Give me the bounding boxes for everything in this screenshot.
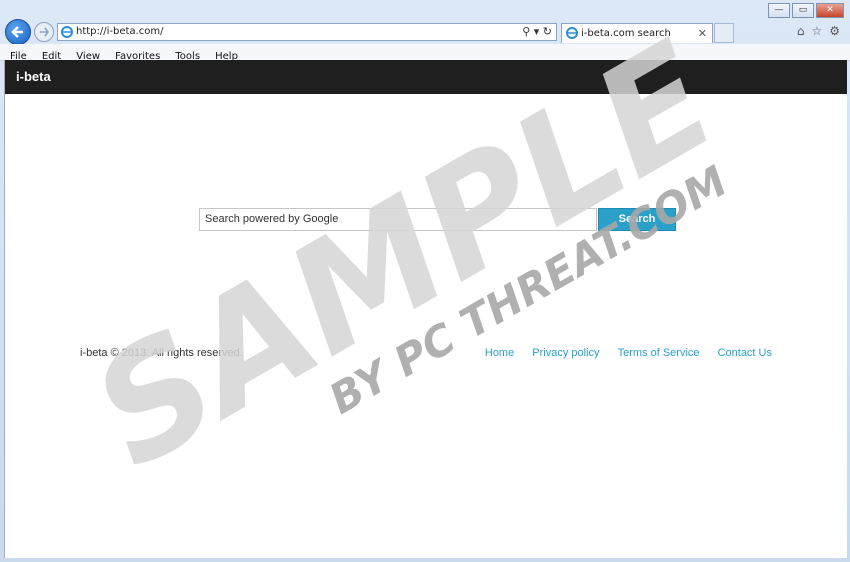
- menu-bar: File Edit View Favorites Tools Help: [0, 44, 850, 62]
- footer-link-privacy[interactable]: Privacy policy: [532, 347, 599, 359]
- browser-right-icons: ⌂ ☆ ⚙: [797, 24, 840, 38]
- forward-arrow-icon: [40, 27, 49, 37]
- window-controls: — ▭ ✕: [766, 3, 844, 18]
- web-page: i-beta Search powered by Google Search i…: [4, 60, 847, 558]
- copyright-text: i-beta © 2013. All rights reserved.: [80, 347, 243, 359]
- site-brand[interactable]: i-beta: [16, 69, 51, 84]
- ie-tab-icon: [566, 27, 578, 39]
- search-input[interactable]: Search powered by Google: [199, 208, 597, 231]
- browser-window: http://i-beta.com/ ⚲ ▾ ↻ i-beta.com sear…: [0, 0, 850, 562]
- search-button[interactable]: Search: [598, 208, 676, 231]
- gear-icon[interactable]: ⚙: [829, 24, 840, 38]
- address-bar[interactable]: http://i-beta.com/ ⚲ ▾ ↻: [57, 23, 557, 41]
- home-icon[interactable]: ⌂: [797, 24, 805, 38]
- ie-page-icon: [61, 26, 73, 38]
- footer-link-home[interactable]: Home: [485, 347, 514, 359]
- tab-title: i-beta.com search: [581, 28, 671, 39]
- close-tab-icon[interactable]: ✕: [698, 27, 707, 40]
- browser-tab[interactable]: i-beta.com search ✕: [561, 23, 713, 43]
- minimize-icon[interactable]: —: [768, 3, 790, 18]
- favorites-star-icon[interactable]: ☆: [811, 24, 822, 38]
- back-arrow-icon: [11, 26, 23, 38]
- close-window-icon[interactable]: ✕: [816, 3, 844, 18]
- new-tab-button[interactable]: [714, 23, 734, 43]
- browser-toolbar: http://i-beta.com/ ⚲ ▾ ↻ i-beta.com sear…: [0, 0, 850, 45]
- footer-link-contact[interactable]: Contact Us: [718, 347, 772, 359]
- footer-links: Home Privacy policy Terms of Service Con…: [470, 347, 772, 359]
- back-button[interactable]: [5, 19, 31, 45]
- search-refresh-icons[interactable]: ⚲ ▾ ↻: [522, 25, 552, 38]
- maximize-icon[interactable]: ▭: [792, 3, 814, 18]
- site-header: i-beta: [5, 60, 847, 94]
- address-url: http://i-beta.com/: [76, 26, 164, 37]
- footer-link-terms[interactable]: Terms of Service: [618, 347, 700, 359]
- forward-button[interactable]: [34, 22, 54, 42]
